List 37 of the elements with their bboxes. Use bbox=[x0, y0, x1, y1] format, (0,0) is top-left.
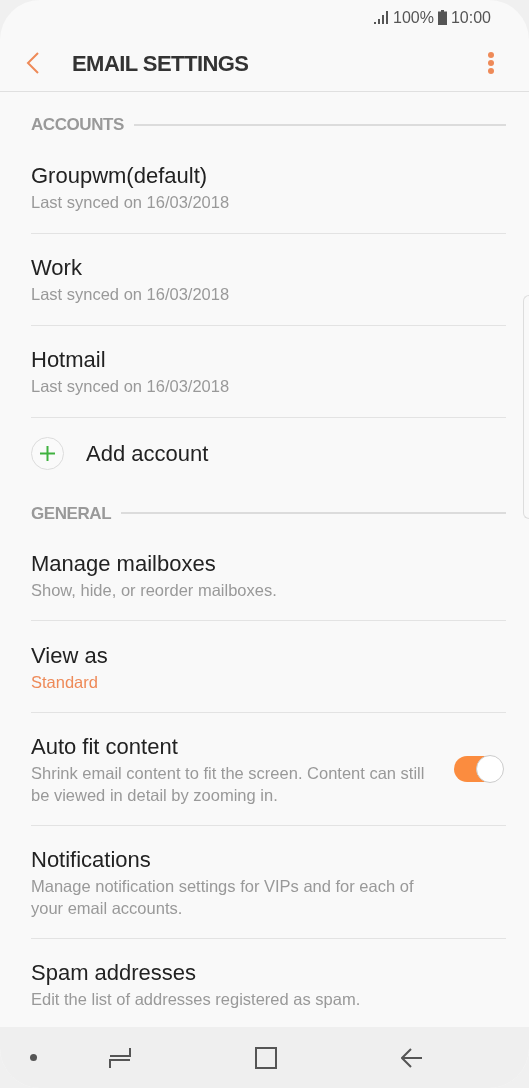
back-icon[interactable] bbox=[401, 1046, 423, 1069]
settings-item[interactable]: Auto fit content Shrink email content to fit the screen. Content can still be viewed in detail by zooming in. bbox=[31, 713, 506, 826]
signal-icon bbox=[373, 10, 390, 25]
settings-item[interactable]: Groupwm(default) Last synced on 16/03/2018 bbox=[31, 141, 506, 234]
item-title: Auto fit content bbox=[31, 733, 179, 761]
settings-item[interactable]: Notifications Manage notification settings for VIPs and for each of your email accounts. bbox=[31, 826, 506, 939]
toggle-switch[interactable] bbox=[454, 756, 502, 782]
item-title: Notifications bbox=[31, 846, 152, 874]
battery-icon bbox=[437, 10, 447, 25]
recent-apps-icon[interactable] bbox=[109, 1045, 131, 1070]
home-icon[interactable] bbox=[255, 1046, 277, 1069]
settings-item[interactable]: Hotmail Last synced on 16/03/2018 bbox=[31, 325, 506, 418]
item-subtitle: Show, hide, or reorder mailboxes. bbox=[31, 580, 278, 601]
item-title: View as bbox=[31, 641, 109, 670]
item-subtitle: Edit the list of addresses registered as spam. bbox=[31, 989, 362, 1010]
item-subtitle: Last synced on 16/03/2018 bbox=[31, 192, 231, 213]
settings-item[interactable]: Work Last synced on 16/03/2018 bbox=[31, 233, 506, 326]
item-subtitle: Manage notification settings for VIPs and for each of your email accounts. bbox=[31, 876, 415, 919]
item-subtitle: Shrink email content to fit the screen. Content can still be viewed in detail by zooming in. bbox=[31, 763, 426, 806]
item-title: Groupwm(default) bbox=[31, 162, 209, 190]
item-title: Add account bbox=[86, 439, 209, 468]
item-subtitle: Last synced on 16/03/2018 bbox=[31, 284, 231, 305]
item-subtitle: Last synced on 16/03/2018 bbox=[31, 376, 231, 397]
add-account-item[interactable]: Add account bbox=[31, 417, 506, 489]
section-header: GENERAL bbox=[31, 502, 112, 525]
header-title: EMAIL SETTINGS bbox=[72, 49, 250, 78]
item-title: Work bbox=[31, 254, 83, 282]
item-title: Spam addresses bbox=[31, 959, 198, 987]
battery-text: 100% bbox=[393, 7, 434, 28]
clock-text: 10:00 bbox=[450, 7, 491, 28]
section-header: ACCOUNTS bbox=[31, 114, 124, 136]
plus-icon bbox=[31, 436, 64, 470]
item-title: Manage mailboxes bbox=[31, 550, 217, 578]
item-title: Hotmail bbox=[31, 346, 107, 374]
settings-item[interactable]: View as Standard bbox=[31, 621, 506, 713]
item-value: Standard bbox=[31, 671, 99, 693]
settings-item[interactable]: Manage mailboxes Show, hide, or reorder mailboxes. bbox=[31, 530, 506, 621]
